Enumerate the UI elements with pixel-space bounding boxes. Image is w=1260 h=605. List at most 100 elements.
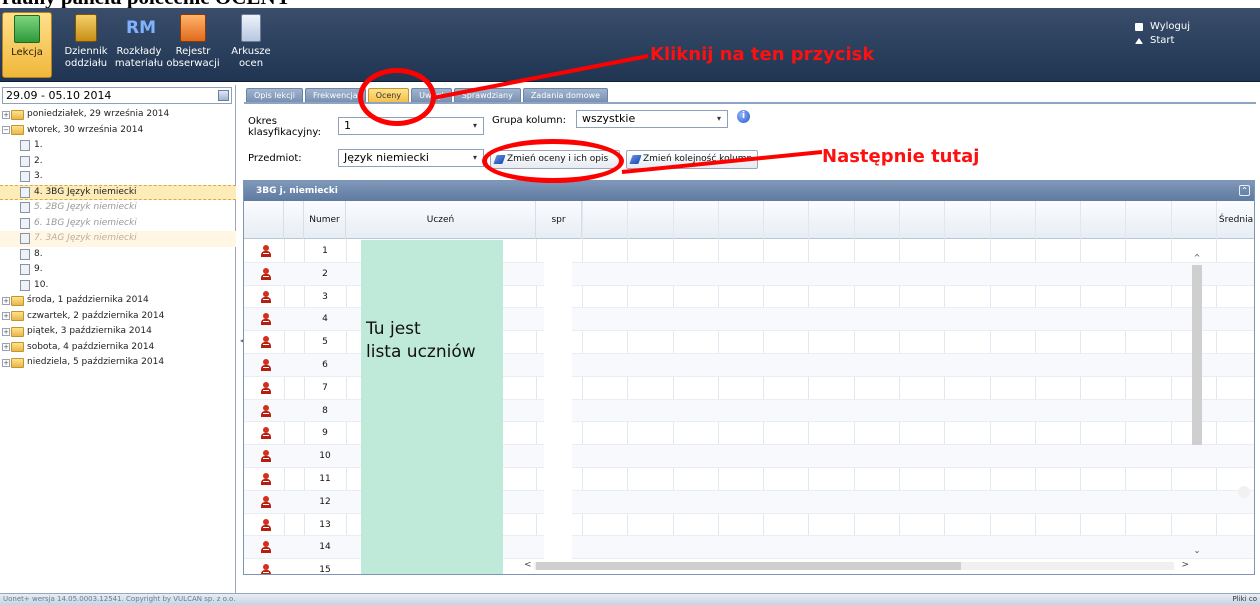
- tree-item-day[interactable]: + sobota, 4 października 2014: [0, 340, 236, 356]
- tree-item-lesson[interactable]: 10.: [0, 278, 236, 294]
- change-order-label: Zmień kolejność kolumn: [643, 154, 753, 164]
- tree-item-lesson-selected[interactable]: 4. 3BG Język niemiecki: [0, 184, 236, 200]
- toolbar-rejestr-label-1: Rejestr: [175, 46, 211, 57]
- tree-item-lesson[interactable]: 7. 3AG Język niemiecki: [0, 231, 236, 247]
- tree-item-label: 6. 1BG Język niemiecki: [34, 217, 137, 228]
- header-cell-blank: [284, 201, 304, 239]
- tree-item-label: 4. 3BG Język niemiecki: [34, 186, 137, 197]
- przedmiot-select[interactable]: Język niemiecki ▾: [338, 149, 484, 167]
- change-order-button[interactable]: Zmień kolejność kolumn: [626, 150, 758, 169]
- date-range-field[interactable]: 29.09 - 05.10 2014: [2, 87, 232, 104]
- tree-item-day[interactable]: − wtorek, 30 września 2014: [0, 123, 236, 139]
- annotation-circle-change-grades: [482, 139, 624, 183]
- student-icon: [261, 381, 271, 395]
- scroll-left-icon[interactable]: <: [524, 560, 532, 570]
- tree-item-lesson[interactable]: 1.: [0, 138, 236, 154]
- tree-item-lesson[interactable]: 6. 1BG Język niemiecki: [0, 216, 236, 232]
- grid-title: 3BG j. niemiecki ⌃: [244, 181, 1254, 201]
- grid-title-text: 3BG j. niemiecki: [256, 186, 338, 196]
- expand-icon[interactable]: +: [2, 358, 10, 367]
- tree-item-label: 1.: [34, 140, 43, 150]
- chevron-down-icon[interactable]: ▾: [467, 150, 483, 166]
- status-bar: Uonet+ wersja 14.05.0003.12541. Copyrigh…: [0, 593, 1260, 605]
- expand-icon[interactable]: +: [2, 110, 10, 119]
- vertical-scrollbar[interactable]: ^ ⌄: [1192, 253, 1204, 556]
- student-icon: [261, 541, 271, 554]
- tree-item-day[interactable]: + piątek, 3 października 2014: [0, 324, 236, 340]
- lesson-tree-panel: 29.09 - 05.10 2014 + poniedziałek, 29 wrz…: [0, 85, 236, 593]
- tree-item-label: 9.: [34, 264, 43, 274]
- info-icon[interactable]: i: [737, 110, 750, 123]
- toolbar-rejestr-button[interactable]: Rejestr obserwacji: [166, 12, 220, 78]
- scroll-down-icon[interactable]: ⌄: [1192, 546, 1202, 555]
- row-number: 8: [322, 405, 328, 416]
- calendar-icon[interactable]: [218, 90, 229, 101]
- toolbar-dziennik-label-2: oddziału: [64, 58, 108, 69]
- toolbar-arkusze-label-2: ocen: [238, 58, 264, 69]
- rm-icon: RM: [126, 18, 157, 38]
- student-icon: [261, 450, 271, 463]
- tab-opis-lekcji[interactable]: Opis lekcji: [246, 88, 303, 102]
- toolbar-arkusze-button[interactable]: Arkusze ocen: [228, 12, 274, 78]
- grupa-select[interactable]: wszystkie ▾: [576, 110, 728, 128]
- tree-item-day[interactable]: + środa, 1 października 2014: [0, 293, 236, 309]
- status-files-link[interactable]: Pliki co: [1233, 594, 1257, 605]
- tree-item-lesson[interactable]: 2.: [0, 154, 236, 170]
- scroll-up-icon[interactable]: ^: [1192, 253, 1202, 262]
- tree-item-lesson[interactable]: 3.: [0, 169, 236, 185]
- tree-item-day[interactable]: + niedziela, 5 października 2014: [0, 355, 236, 371]
- toolbar-rozklady-button[interactable]: RM Rozkłady materiału: [114, 12, 164, 78]
- tree-item-lesson[interactable]: 9.: [0, 262, 236, 278]
- tree-item-label: piątek, 3 października 2014: [27, 326, 152, 336]
- tree-item-day[interactable]: + poniedziałek, 29 września 2014: [0, 107, 236, 123]
- row-number: 7: [322, 382, 328, 393]
- toolbar-rejestr-label-2: obserwacji: [166, 58, 220, 69]
- expand-icon[interactable]: +: [2, 296, 10, 305]
- grades-grid: 3BG j. niemiecki ⌃ Numer Uczeń spr Średn…: [243, 180, 1255, 575]
- journal-icon: [75, 14, 97, 42]
- row-number: 14: [319, 542, 331, 553]
- row-number: 10: [319, 451, 331, 462]
- tree-item-lesson[interactable]: 8.: [0, 247, 236, 263]
- horizontal-scrollbar[interactable]: < >: [524, 560, 1189, 572]
- header-spr[interactable]: spr: [536, 201, 582, 239]
- scroll-thumb-horizontal[interactable]: [536, 562, 961, 570]
- student-icon: [261, 245, 271, 258]
- toolbar-lekcja-button[interactable]: Lekcja: [2, 12, 52, 78]
- scroll-thumb[interactable]: [1192, 265, 1202, 445]
- main-toolbar: Lekcja Dziennik oddziału RM Rozkłady mat…: [0, 8, 1260, 82]
- logout-icon: [1135, 23, 1143, 31]
- row-number: 3: [322, 291, 328, 302]
- scroll-right-icon[interactable]: >: [1181, 560, 1189, 570]
- header-uczen[interactable]: Uczeń: [346, 201, 536, 239]
- expand-icon[interactable]: +: [2, 343, 10, 352]
- student-list-placeholder: [361, 240, 503, 574]
- student-icon: [261, 564, 271, 574]
- collapse-icon[interactable]: −: [2, 126, 10, 135]
- tab-zadania-domowe[interactable]: Zadania domowe: [522, 88, 609, 102]
- toolbar-rozklady-label-1: Rozkłady: [116, 46, 162, 57]
- okres-label-line1: Okres: [248, 116, 277, 127]
- row-number: 2: [322, 268, 328, 279]
- tree-item-day[interactable]: + czwartek, 2 października 2014: [0, 309, 236, 325]
- tree-item-label: 3.: [34, 171, 43, 181]
- row-number: 12: [319, 496, 331, 507]
- grupa-value: wszystkie: [582, 112, 636, 125]
- tab-sprawdziany[interactable]: Sprawdziany: [453, 88, 521, 102]
- expand-icon[interactable]: +: [2, 327, 10, 336]
- collapse-icon[interactable]: ⌃: [1239, 185, 1250, 196]
- start-link[interactable]: Start: [1135, 34, 1190, 48]
- row-number: 4: [322, 314, 328, 325]
- expand-icon[interactable]: +: [2, 312, 10, 321]
- logout-link[interactable]: Wyloguj: [1135, 20, 1190, 34]
- student-icon: [261, 472, 271, 486]
- tree-item-lesson[interactable]: 5. 2BG Język niemiecki: [0, 200, 236, 216]
- student-list-annotation-line1: Tu jest: [366, 319, 421, 339]
- toolbar-dziennik-button[interactable]: Dziennik oddziału: [62, 12, 110, 78]
- chevron-down-icon[interactable]: ▾: [711, 111, 727, 127]
- chevron-down-icon[interactable]: ▾: [467, 118, 483, 134]
- header-srednia[interactable]: Średnia: [1216, 201, 1254, 239]
- row-number: 6: [322, 359, 328, 370]
- header-numer[interactable]: Numer: [304, 201, 346, 239]
- tab-frekwencja[interactable]: Frekwencja: [304, 88, 366, 102]
